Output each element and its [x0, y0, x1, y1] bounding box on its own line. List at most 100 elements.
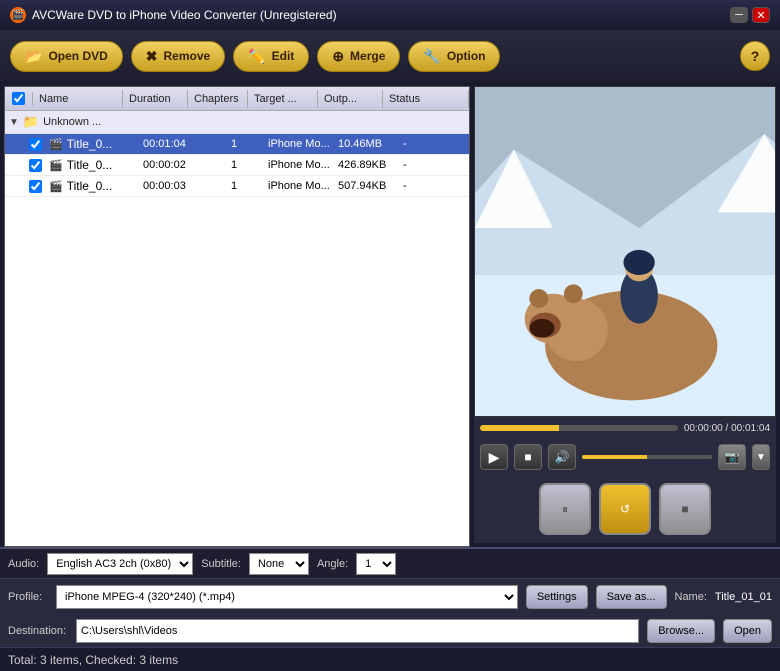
- row-output-1: 10.46MB: [334, 136, 399, 152]
- reset-icon: ↺: [620, 502, 630, 516]
- table-header: Name Duration Chapters Target ... Outp..…: [5, 87, 469, 111]
- app-title: AVCWare DVD to iPhone Video Converter (U…: [32, 8, 337, 22]
- profile-select[interactable]: iPhone MPEG-4 (320*240) (*.mp4): [56, 585, 518, 609]
- row-name-2: Title_0...: [67, 158, 113, 172]
- table-row[interactable]: 🎬 Title_0... 00:00:02 1 iPhone Mo... 426…: [5, 155, 469, 176]
- play-button[interactable]: ▶: [480, 444, 508, 470]
- app-icon: 🎬: [10, 7, 26, 23]
- row-target-3: iPhone Mo...: [264, 178, 334, 194]
- time-display: 00:00:00 / 00:01:04: [684, 423, 770, 434]
- option-icon: 🔧: [423, 48, 440, 65]
- row-status-2: -: [399, 157, 469, 173]
- file-panel: Name Duration Chapters Target ... Outp..…: [4, 86, 470, 547]
- file-list: ▼ 📁 Unknown ... 🎬 Title_0... 00:01:04 1 …: [5, 111, 469, 546]
- settings-button[interactable]: Settings: [526, 585, 588, 609]
- select-all-checkbox[interactable]: [12, 92, 25, 105]
- table-row[interactable]: 🎬 Title_0... 00:00:03 1 iPhone Mo... 507…: [5, 176, 469, 197]
- open-dvd-icon: 📂: [25, 48, 42, 65]
- destination-row: Destination: Browse... Open: [0, 615, 780, 647]
- row-duration-1: 00:01:04: [139, 136, 204, 152]
- help-button[interactable]: ?: [740, 41, 770, 71]
- audio-select[interactable]: English AC3 2ch (0x80): [47, 553, 193, 575]
- angle-select[interactable]: 1: [356, 553, 396, 575]
- col-header-output: Outp...: [318, 90, 383, 108]
- destination-label: Destination:: [8, 625, 68, 637]
- audio-subtitle-row: Audio: English AC3 2ch (0x80) Subtitle: …: [0, 549, 780, 579]
- subtitle-select[interactable]: None: [249, 553, 309, 575]
- col-header-status: Status: [383, 90, 469, 108]
- name-label: Name:: [675, 591, 707, 603]
- group-expand-arrow: ▼: [9, 117, 19, 128]
- file-icon-3: 🎬: [49, 180, 63, 193]
- bottom-area: Audio: English AC3 2ch (0x80) Subtitle: …: [0, 547, 780, 647]
- stop-icon: ■: [681, 502, 688, 516]
- toolbar: 📂 Open DVD ✖ Remove ✏️ Edit ⊕ Merge 🔧 Op…: [0, 30, 780, 82]
- subtitle-label: Subtitle:: [201, 558, 241, 570]
- row-output-2: 426.89KB: [334, 157, 399, 173]
- stop-button[interactable]: ■: [514, 444, 542, 470]
- file-icon-1: 🎬: [49, 138, 63, 151]
- time-bar: 00:00:00 / 00:01:04: [474, 417, 776, 439]
- row-status-3: -: [399, 178, 469, 194]
- volume-button[interactable]: 🔊: [548, 444, 576, 470]
- row-status-1: -: [399, 136, 469, 152]
- close-button[interactable]: ✕: [752, 7, 770, 23]
- main-area: Name Duration Chapters Target ... Outp..…: [0, 82, 780, 547]
- preview-panel: 00:00:00 / 00:01:04 ▶ ■ 🔊 📷 ▼ ⏸ ↺ ■: [470, 82, 780, 547]
- edit-icon: ✏️: [248, 48, 265, 65]
- angle-label: Angle:: [317, 558, 348, 570]
- row-target-2: iPhone Mo...: [264, 157, 334, 173]
- browse-button[interactable]: Browse...: [647, 619, 715, 643]
- minimize-button[interactable]: ─: [730, 7, 748, 23]
- table-row[interactable]: 🎬 Title_0... 00:01:04 1 iPhone Mo... 10.…: [5, 134, 469, 155]
- row-duration-3: 00:00:03: [139, 178, 204, 194]
- status-bar: Total: 3 items, Checked: 3 items: [0, 647, 780, 671]
- pause-icon: ⏸: [562, 502, 568, 517]
- open-dvd-button[interactable]: 📂 Open DVD: [10, 41, 123, 72]
- remove-icon: ✖: [146, 48, 158, 65]
- row-checkbox-2[interactable]: [29, 159, 42, 172]
- open-folder-button[interactable]: Open: [723, 619, 772, 643]
- row-checkbox-3[interactable]: [29, 180, 42, 193]
- remove-button[interactable]: ✖ Remove: [131, 41, 225, 72]
- row-chapters-1: 1: [204, 136, 264, 152]
- row-target-1: iPhone Mo...: [264, 136, 334, 152]
- row-chapters-2: 1: [204, 157, 264, 173]
- file-icon-2: 🎬: [49, 159, 63, 172]
- volume-slider[interactable]: [582, 455, 712, 459]
- option-button[interactable]: 🔧 Option: [408, 41, 500, 72]
- group-row[interactable]: ▼ 📁 Unknown ...: [5, 111, 469, 134]
- row-name-1: Title_0...: [67, 137, 113, 151]
- col-header-chapters: Chapters: [188, 90, 248, 108]
- merge-icon: ⊕: [332, 48, 344, 65]
- preview-dropdown[interactable]: ▼: [752, 444, 770, 470]
- destination-input[interactable]: [76, 619, 639, 643]
- save-as-button[interactable]: Save as...: [596, 585, 667, 609]
- stop-convert-button[interactable]: ■: [659, 483, 711, 535]
- col-header-duration: Duration: [123, 90, 188, 108]
- group-name: Unknown ...: [43, 116, 101, 128]
- reset-button[interactable]: ↺: [599, 483, 651, 535]
- group-folder-icon: 📁: [23, 114, 39, 130]
- row-name-3: Title_0...: [67, 179, 113, 193]
- row-output-3: 507.94KB: [334, 178, 399, 194]
- snapshot-button[interactable]: 📷: [718, 444, 746, 470]
- pause-convert-button[interactable]: ⏸: [539, 483, 591, 535]
- name-value: Title_01_01: [715, 591, 772, 603]
- profile-label: Profile:: [8, 591, 48, 603]
- row-chapters-3: 1: [204, 178, 264, 194]
- col-header-name: Name: [33, 90, 123, 108]
- title-bar: 🎬 AVCWare DVD to iPhone Video Converter …: [0, 0, 780, 30]
- time-progress-bar[interactable]: [480, 425, 678, 431]
- col-header-target: Target ...: [248, 90, 318, 108]
- status-text: Total: 3 items, Checked: 3 items: [8, 653, 178, 667]
- merge-button[interactable]: ⊕ Merge: [317, 41, 400, 72]
- video-preview: [474, 86, 776, 417]
- audio-label: Audio:: [8, 558, 39, 570]
- video-frame: [475, 87, 775, 416]
- edit-button[interactable]: ✏️ Edit: [233, 41, 309, 72]
- row-duration-2: 00:00:02: [139, 157, 204, 173]
- preview-controls: ▶ ■ 🔊 📷 ▼: [474, 439, 776, 475]
- profile-row: Profile: iPhone MPEG-4 (320*240) (*.mp4)…: [0, 579, 780, 615]
- row-checkbox-1[interactable]: [29, 138, 42, 151]
